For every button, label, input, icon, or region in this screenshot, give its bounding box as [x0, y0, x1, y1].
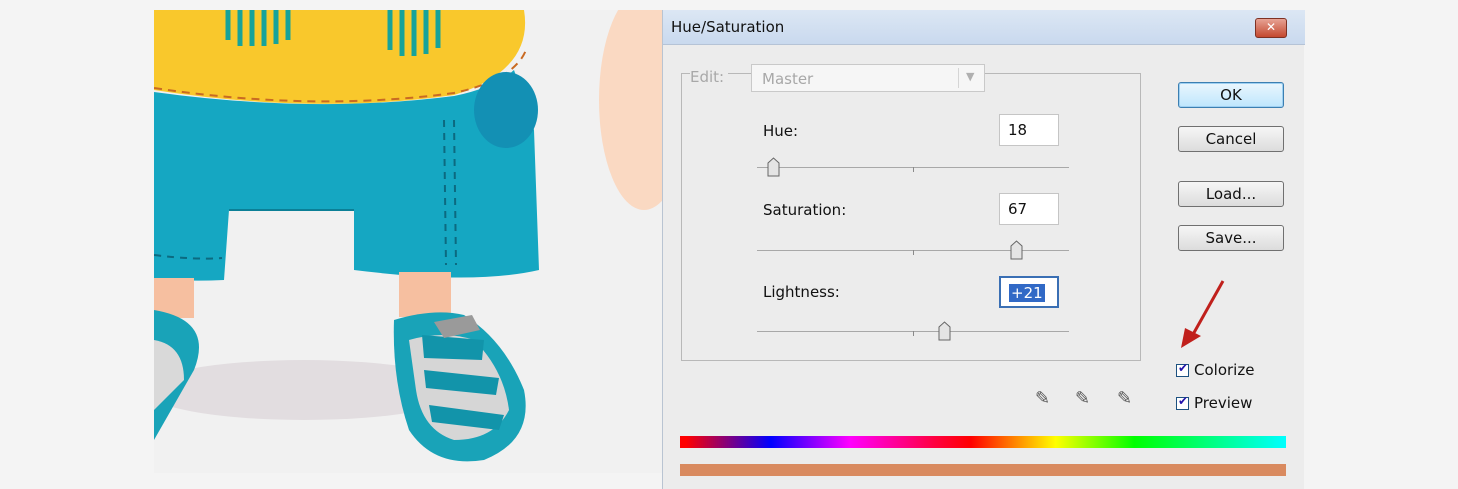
cartoon-illustration: [154, 10, 662, 473]
hue-saturation-dialog: Hue/Saturation ✕ Edit: Master ▼ Hue: 18 …: [662, 10, 1305, 489]
hue-label: Hue:: [763, 122, 799, 140]
load-button[interactable]: Load...: [1178, 181, 1284, 207]
hue-slider-thumb[interactable]: [767, 157, 780, 177]
eyedropper-plus-icon[interactable]: ✎: [1075, 388, 1090, 409]
save-button[interactable]: Save...: [1178, 225, 1284, 251]
saturation-input[interactable]: 67: [999, 193, 1059, 225]
dialog-title: Hue/Saturation: [671, 18, 785, 36]
lightness-input[interactable]: +21: [999, 276, 1059, 308]
eyedropper-minus-icon[interactable]: ✎: [1117, 388, 1132, 409]
lightness-slider-midtick: [913, 331, 914, 336]
annotation-arrow-icon: [1181, 280, 1225, 348]
adjusted-color-bar: [680, 464, 1286, 476]
lightness-value: +21: [1009, 284, 1045, 302]
edit-dropdown-value: Master: [762, 70, 814, 88]
lightness-label: Lightness:: [763, 283, 840, 301]
chevron-down-icon: ▼: [966, 70, 975, 83]
checkmark-icon: ✔: [1178, 361, 1189, 375]
colorize-checkbox[interactable]: ✔: [1176, 361, 1189, 377]
ok-button[interactable]: OK: [1178, 82, 1284, 108]
title-bar: Hue/Saturation ✕: [663, 10, 1305, 45]
saturation-label: Saturation:: [763, 201, 847, 219]
edit-dropdown[interactable]: Master ▼: [751, 64, 985, 92]
checkmark-icon: ✔: [1178, 394, 1189, 408]
saturation-value: 67: [1008, 200, 1028, 218]
preview-label: Preview: [1194, 394, 1253, 412]
lightness-slider-thumb[interactable]: [938, 321, 951, 341]
adjustment-group: [681, 73, 1141, 361]
dropdown-separator: [958, 68, 959, 88]
eyedropper-icon[interactable]: ✎: [1035, 388, 1050, 409]
cancel-button[interactable]: Cancel: [1178, 126, 1284, 152]
saturation-slider-midtick: [913, 250, 914, 255]
hue-input[interactable]: 18: [999, 114, 1059, 146]
illustration-canvas: [154, 10, 662, 473]
close-button[interactable]: ✕: [1255, 18, 1287, 38]
close-icon: ✕: [1265, 20, 1277, 34]
edit-label: Edit:: [690, 68, 729, 86]
preview-checkbox[interactable]: ✔: [1176, 394, 1189, 410]
colorize-label: Colorize: [1194, 361, 1255, 379]
hue-slider-midtick: [913, 167, 914, 172]
saturation-slider-thumb[interactable]: [1010, 240, 1023, 260]
original-spectrum-bar: [680, 436, 1286, 448]
hue-value: 18: [1008, 121, 1028, 139]
